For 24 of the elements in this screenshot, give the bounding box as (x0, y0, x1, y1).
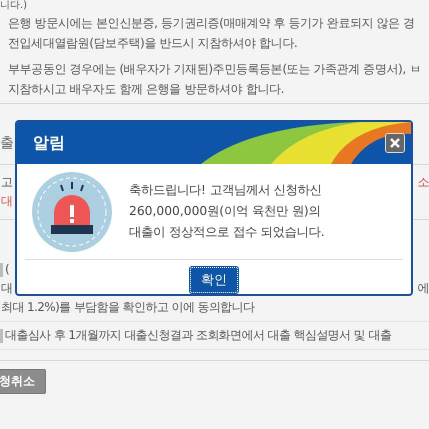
dialog-message: 축하드립니다! 고객님께서 신청하신 (129, 182, 323, 199)
close-button[interactable] (385, 133, 405, 153)
close-icon (390, 138, 400, 148)
agree-text: 에 (418, 280, 429, 297)
notice-text: 부부공동인 경우에는 (배우자가 기재된)주민등록등본(또는 가족관계 증명서), ㅂ (8, 61, 422, 78)
checkbox[interactable] (0, 328, 3, 343)
dialog-message: 대출이 정상적으로 접수 되었습니다. (129, 224, 325, 241)
dialog-message: 260,000,000원(이억 육천만 원)의 (129, 203, 322, 220)
siren-icon (31, 170, 113, 252)
ok-button[interactable]: 확인 (190, 267, 238, 293)
agree-text: 대출심사 후 1개월까지 대출신청결과 조회화면에서 대출 핵심설명서 및 대출 (5, 328, 392, 342)
notice-text: 전입세대열람원(담보주택)을 반드시 지참하셔야 합니다. (8, 35, 298, 52)
dialog-title: 알림 (32, 132, 65, 154)
section-heading: 출 (0, 135, 14, 151)
agree-text: 대 (1, 280, 12, 297)
info-text: 소 (418, 174, 429, 191)
info-text: 고 (1, 174, 12, 191)
text-fragment: 니다.) (0, 0, 28, 11)
agree-text: ( (5, 262, 10, 276)
notice-text: 은행 방문시에는 본인신분증, 등기권리증(매매계약 후 등기가 완료되지 않은 경 (8, 15, 416, 32)
checkbox[interactable] (0, 262, 3, 277)
agree-text: 최대 1.2%)를 부담함을 확인하고 이에 동의합니다 (1, 299, 254, 316)
notice-text: 지참하시고 배우자도 함께 은행을 방문하셔야 합니다. (8, 81, 286, 98)
info-text: 대 (1, 193, 12, 210)
